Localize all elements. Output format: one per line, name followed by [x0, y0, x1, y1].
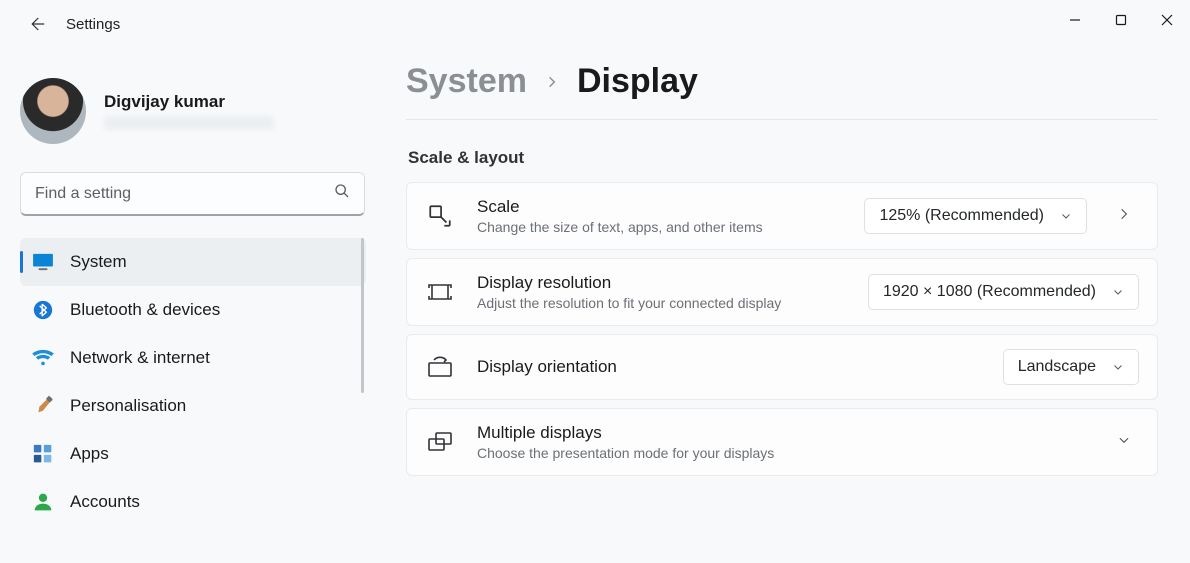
expand-button[interactable]	[1117, 433, 1139, 452]
monitor-icon	[32, 251, 54, 273]
sidebar-item-personalisation[interactable]: Personalisation	[20, 382, 366, 430]
card-subtitle: Choose the presentation mode for your di…	[477, 445, 1087, 461]
search-box[interactable]	[20, 172, 365, 216]
card-title: Multiple displays	[477, 423, 1087, 443]
avatar	[20, 78, 86, 144]
nav-list: System Bluetooth & devices Network & int…	[20, 238, 380, 526]
card-title: Scale	[477, 197, 842, 217]
window-controls	[1052, 0, 1190, 40]
sidebar-item-label: System	[70, 252, 127, 272]
nav-scrollbar[interactable]	[361, 238, 364, 393]
orientation-card[interactable]: Display orientation Landscape	[406, 334, 1158, 400]
bluetooth-icon	[32, 299, 54, 321]
chevron-down-icon	[1112, 361, 1124, 373]
profile[interactable]: Digvijay kumar	[20, 70, 380, 172]
sidebar: Digvijay kumar System Bluetooth & device…	[0, 60, 380, 526]
chevron-right-icon	[545, 69, 559, 95]
sidebar-item-label: Apps	[70, 444, 109, 464]
profile-email-redacted	[104, 116, 274, 130]
scale-dropdown[interactable]: 125% (Recommended)	[864, 198, 1087, 234]
orientation-icon	[425, 352, 455, 382]
titlebar: Settings	[0, 0, 1190, 48]
sidebar-item-bluetooth[interactable]: Bluetooth & devices	[20, 286, 366, 334]
dropdown-value: Landscape	[1018, 358, 1096, 376]
breadcrumb-current: Display	[577, 62, 698, 101]
sidebar-item-label: Network & internet	[70, 348, 210, 368]
apps-icon	[32, 443, 54, 465]
resolution-card[interactable]: Display resolution Adjust the resolution…	[406, 258, 1158, 326]
card-subtitle: Adjust the resolution to fit your connec…	[477, 295, 846, 311]
breadcrumb: System Display	[406, 62, 1158, 120]
sidebar-item-label: Accounts	[70, 492, 140, 512]
sidebar-item-accounts[interactable]: Accounts	[20, 478, 366, 526]
paintbrush-icon	[32, 395, 54, 417]
chevron-down-icon	[1112, 286, 1124, 298]
search-input[interactable]	[35, 185, 334, 203]
wifi-icon	[32, 347, 54, 369]
scale-card[interactable]: Scale Change the size of text, apps, and…	[406, 182, 1158, 250]
sidebar-item-network[interactable]: Network & internet	[20, 334, 366, 382]
maximize-button[interactable]	[1098, 0, 1144, 40]
person-icon	[32, 491, 54, 513]
section-title: Scale & layout	[408, 148, 1178, 168]
close-button[interactable]	[1144, 0, 1190, 40]
sidebar-item-label: Personalisation	[70, 396, 186, 416]
resolution-dropdown[interactable]: 1920 × 1080 (Recommended)	[868, 274, 1139, 310]
multiple-displays-card[interactable]: Multiple displays Choose the presentatio…	[406, 408, 1158, 476]
minimize-button[interactable]	[1052, 0, 1098, 40]
main-content: System Display Scale & layout Scale Chan…	[406, 62, 1178, 563]
breadcrumb-parent[interactable]: System	[406, 62, 527, 101]
resolution-icon	[425, 277, 455, 307]
card-title: Display resolution	[477, 273, 846, 293]
search-icon	[334, 183, 350, 204]
card-title: Display orientation	[477, 357, 981, 377]
app-title: Settings	[66, 16, 120, 33]
card-subtitle: Change the size of text, apps, and other…	[477, 219, 842, 235]
sidebar-item-label: Bluetooth & devices	[70, 300, 220, 320]
expand-button[interactable]	[1117, 207, 1139, 226]
scale-icon	[425, 201, 455, 231]
orientation-dropdown[interactable]: Landscape	[1003, 349, 1139, 385]
sidebar-item-apps[interactable]: Apps	[20, 430, 366, 478]
sidebar-item-system[interactable]: System	[20, 238, 366, 286]
dropdown-value: 1920 × 1080 (Recommended)	[883, 283, 1096, 301]
dropdown-value: 125% (Recommended)	[879, 207, 1044, 225]
profile-name: Digvijay kumar	[104, 92, 274, 112]
multiple-displays-icon	[425, 427, 455, 457]
back-button[interactable]	[20, 8, 52, 40]
chevron-down-icon	[1060, 210, 1072, 222]
